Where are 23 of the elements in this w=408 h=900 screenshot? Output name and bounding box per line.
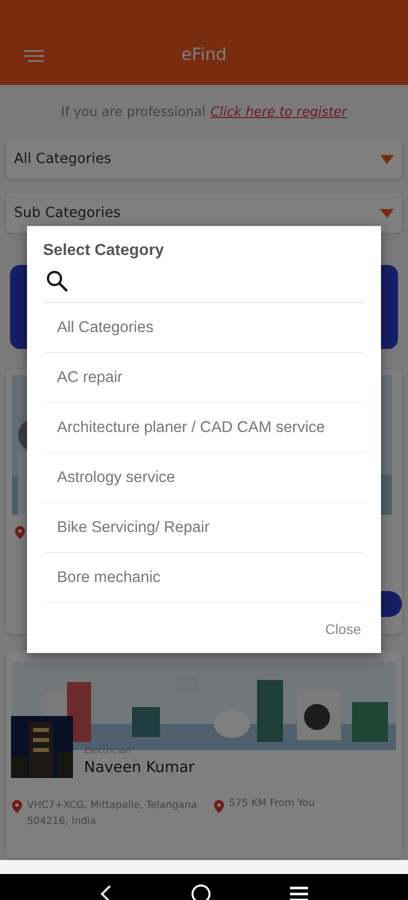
back-icon[interactable] bbox=[100, 885, 112, 900]
category-option[interactable]: Astrology service bbox=[43, 453, 365, 503]
location-pin-icon bbox=[15, 526, 25, 539]
distance-pin-icon bbox=[214, 800, 224, 813]
distance-text: 575 KM From You bbox=[229, 798, 315, 809]
provider-name: Naveen Kumar bbox=[84, 758, 195, 776]
register-link[interactable]: Click here to register bbox=[210, 104, 347, 120]
menu-icon[interactable] bbox=[290, 886, 308, 900]
dialog-title: Select Category bbox=[43, 242, 165, 260]
caret-icon bbox=[380, 208, 394, 218]
category-option[interactable]: Bore mechanic bbox=[43, 553, 365, 603]
search-icon bbox=[45, 269, 69, 293]
home-icon[interactable] bbox=[190, 884, 211, 900]
category-dropdown[interactable]: All Categories bbox=[6, 139, 402, 179]
category-option[interactable]: AC repair bbox=[43, 353, 365, 403]
category-option[interactable]: All Categories bbox=[43, 303, 365, 353]
address-text: VHC7+XCG, Mittapalle, Telangana 504216, India bbox=[27, 799, 198, 829]
app-title: eFind bbox=[181, 44, 227, 64]
category-option[interactable]: Bike Servicing/ Repair bbox=[43, 503, 365, 553]
location-pin-icon bbox=[12, 800, 22, 813]
close-button[interactable]: Close bbox=[321, 617, 365, 641]
category-option[interactable]: Architecture planer / CAD CAM service bbox=[43, 403, 365, 453]
caret-icon bbox=[380, 154, 394, 164]
